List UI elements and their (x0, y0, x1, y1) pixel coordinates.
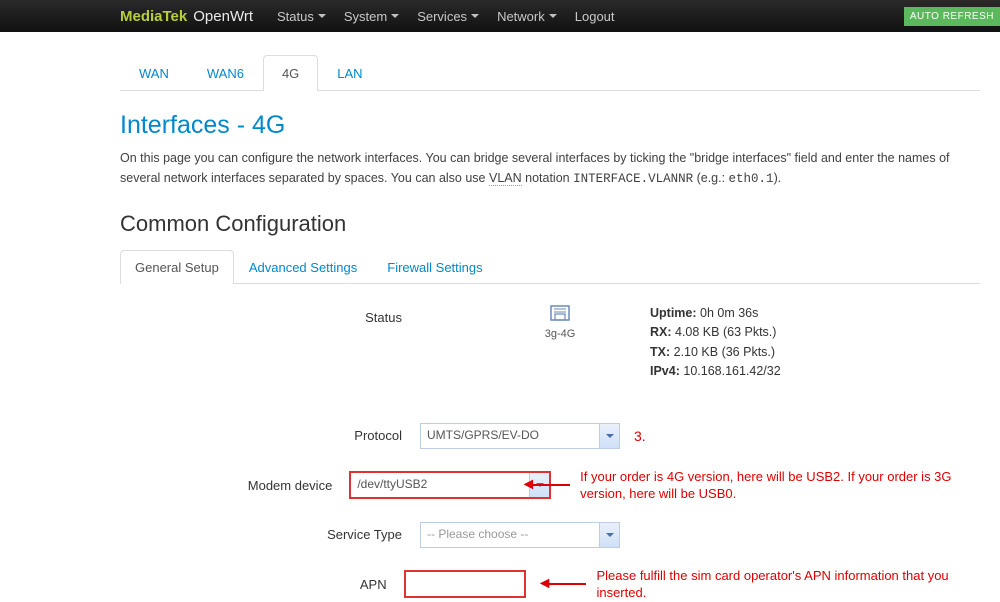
nav-status[interactable]: Status (277, 9, 326, 24)
apn-input[interactable] (405, 571, 525, 597)
main-content: WAN WAN6 4G LAN Interfaces - 4G On this … (0, 32, 980, 602)
brand-mediatek: MediaTek (120, 8, 187, 25)
protocol-row: Protocol UMTS/GPRS/EV-DO 3. (120, 422, 980, 450)
apn-annotation-text: Please fulfill the sim card operator's A… (596, 567, 980, 602)
annotation-arrow: ◄ (537, 575, 587, 593)
chevron-down-icon (318, 14, 326, 18)
dropdown-button[interactable] (599, 424, 619, 448)
interface-tabs: WAN WAN6 4G LAN (120, 54, 980, 91)
interface-badge: 3g-4G (530, 304, 590, 340)
tab-lan[interactable]: LAN (318, 55, 381, 91)
chevron-down-icon (606, 533, 614, 537)
protocol-select-value: UMTS/GPRS/EV-DO (420, 423, 620, 449)
dropdown-button[interactable] (599, 523, 619, 547)
protocol-label: Protocol (120, 428, 420, 443)
modem-annotation-text: If your order is 4G version, here will b… (580, 468, 980, 503)
interface-name: 3g-4G (530, 328, 590, 340)
tab-wan[interactable]: WAN (120, 55, 188, 91)
section-title: Common Configuration (120, 211, 980, 237)
brand-openwrt: OpenWrt (193, 8, 253, 25)
config-tabs: General Setup Advanced Settings Firewall… (120, 249, 980, 284)
apn-label: APN (120, 577, 405, 592)
modem-device-label: Modem device (120, 478, 350, 493)
vlan-abbr: VLAN (489, 171, 522, 186)
tab-wan6[interactable]: WAN6 (188, 55, 263, 91)
ethernet-icon (549, 304, 571, 324)
chevron-down-icon (549, 14, 557, 18)
status-row: Status 3g-4G Uptime: 0h 0m 36s RX: 4.08 … (120, 304, 980, 382)
chevron-down-icon (391, 14, 399, 18)
top-navbar: MediaTek OpenWrt Status System Services … (0, 0, 1000, 32)
page-description: On this page you can configure the netwo… (120, 148, 980, 189)
service-type-select[interactable]: -- Please choose -- (420, 522, 620, 548)
tab-general-setup[interactable]: General Setup (120, 250, 234, 284)
service-type-value: -- Please choose -- (420, 522, 620, 548)
status-details: Uptime: 0h 0m 36s RX: 4.08 KB (63 Pkts.)… (650, 304, 781, 382)
annotation-3: 3. (634, 428, 646, 444)
annotation-arrow: ◄ (550, 476, 570, 494)
protocol-select[interactable]: UMTS/GPRS/EV-DO (420, 423, 620, 449)
tab-4g[interactable]: 4G (263, 55, 318, 91)
tab-advanced-settings[interactable]: Advanced Settings (234, 250, 372, 284)
chevron-down-icon (606, 434, 614, 438)
tab-firewall-settings[interactable]: Firewall Settings (372, 250, 497, 284)
status-label: Status (120, 304, 420, 325)
nav-system[interactable]: System (344, 9, 399, 24)
auto-refresh-badge[interactable]: AUTO REFRESH (904, 7, 1000, 26)
nav-services[interactable]: Services (417, 9, 479, 24)
chevron-down-icon (471, 14, 479, 18)
modem-device-row: Modem device /dev/ttyUSB2 ◄ If your orde… (120, 468, 980, 503)
service-type-row: Service Type -- Please choose -- (120, 521, 980, 549)
page-title: Interfaces - 4G (120, 111, 980, 140)
service-type-label: Service Type (120, 527, 420, 542)
nav-network[interactable]: Network (497, 9, 557, 24)
apn-row: APN ◄ Please fulfill the sim card operat… (120, 567, 980, 602)
nav-logout[interactable]: Logout (575, 9, 615, 24)
